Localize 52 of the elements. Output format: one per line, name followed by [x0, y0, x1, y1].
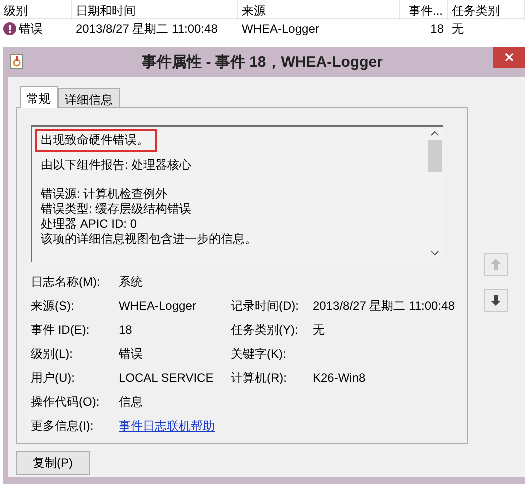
- table-cell: 错误: [19, 20, 43, 38]
- field-label: 用户(U):: [31, 370, 76, 386]
- column-header[interactable]: 级别: [0, 0, 72, 20]
- field-value: 2013/8/27 星期二 11:00:48: [313, 298, 455, 314]
- field-label: 记录时间(D):: [231, 298, 300, 314]
- field-label: 来源(S):: [31, 298, 76, 314]
- column-header[interactable]: 来源: [238, 0, 400, 20]
- up-arrow-icon: [490, 258, 502, 271]
- field-label: 计算机(R):: [231, 370, 288, 386]
- column-header[interactable]: 日期和时间: [72, 0, 238, 20]
- table-cell-text: 2013/8/27 星期二 11:00:48: [75, 20, 219, 38]
- field-label: 更多信息(I):: [31, 418, 95, 434]
- help-link[interactable]: 事件日志联机帮助: [119, 418, 455, 434]
- field-value: 无: [313, 322, 326, 338]
- window-title: 事件属性 - 事件 18，WHEA-Logger: [141, 52, 384, 72]
- message-line: 处理器 APIC ID: 0: [41, 217, 138, 232]
- field-label: 任务类别(Y):: [231, 322, 300, 338]
- field-value: WHEA-Logger: [119, 298, 198, 314]
- tab[interactable]: 常规: [20, 86, 58, 108]
- table-cell-text: 18: [430, 22, 445, 36]
- down-arrow-icon: [490, 294, 502, 307]
- field-label: 级别(L):: [31, 346, 74, 362]
- next-event-button[interactable]: [484, 289, 508, 312]
- message-box[interactable]: 出现致命硬件错误。 由以下组件报告: 处理器核心 错误源: 计算机检查例外 错误类型: 缓存层级结构错误 处理器 APIC ID: 0 该项的详细信息视图包含进一步的信息。: [31, 125, 443, 262]
- field-value: 18: [119, 322, 134, 338]
- table-cell-text: WHEA-Logger: [241, 22, 320, 36]
- table-cell-text: 无: [451, 20, 465, 38]
- close-icon: [504, 53, 514, 62]
- scroll-down-icon[interactable]: [431, 251, 439, 256]
- field-value: 信息: [119, 394, 144, 410]
- scrollbar-thumb[interactable]: [428, 140, 442, 172]
- message-line: 该项的详细信息视图包含进一步的信息。: [41, 232, 257, 247]
- field-label: 关键字(K):: [231, 346, 288, 362]
- field-label: 日志名称(M):: [31, 274, 102, 290]
- message-line: 错误类型: 缓存层级结构错误: [41, 202, 192, 217]
- event-properties-icon: [10, 54, 24, 70]
- tab[interactable]: 详细信息: [58, 88, 120, 107]
- column-header[interactable]: 事件...: [400, 0, 448, 20]
- close-button[interactable]: [493, 47, 525, 68]
- field-value: LOCAL SERVICE: [119, 370, 215, 386]
- message-line: 错误源: 计算机检查例外: [41, 187, 168, 202]
- copy-button[interactable]: 复制(P): [16, 451, 90, 475]
- column-header[interactable]: 任务类别: [448, 0, 525, 20]
- message-line: 由以下组件报告: 处理器核心: [41, 158, 192, 173]
- field-label: 事件 ID(E):: [31, 322, 91, 338]
- field-value: 错误: [119, 346, 144, 362]
- field-label: 操作代码(O):: [31, 394, 101, 410]
- field-value: K26-Win8: [313, 370, 367, 386]
- message-line: 出现致命硬件错误。: [41, 133, 149, 148]
- field-value: 系统: [119, 274, 144, 290]
- error-icon: [3, 22, 17, 36]
- scroll-up-icon[interactable]: [431, 131, 439, 136]
